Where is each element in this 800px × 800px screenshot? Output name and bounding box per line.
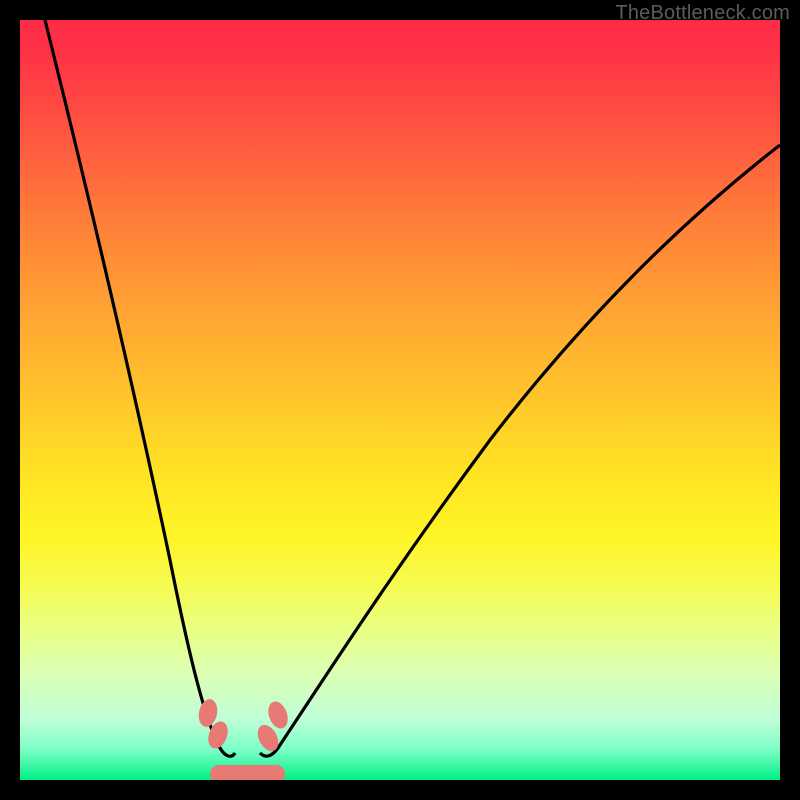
bottom-bar-icon: [210, 765, 285, 780]
chart-area: [20, 20, 780, 780]
trough-markers: [196, 697, 291, 780]
curve-right: [260, 145, 780, 756]
chart-svg: [20, 20, 780, 780]
curve-left: [40, 20, 235, 756]
